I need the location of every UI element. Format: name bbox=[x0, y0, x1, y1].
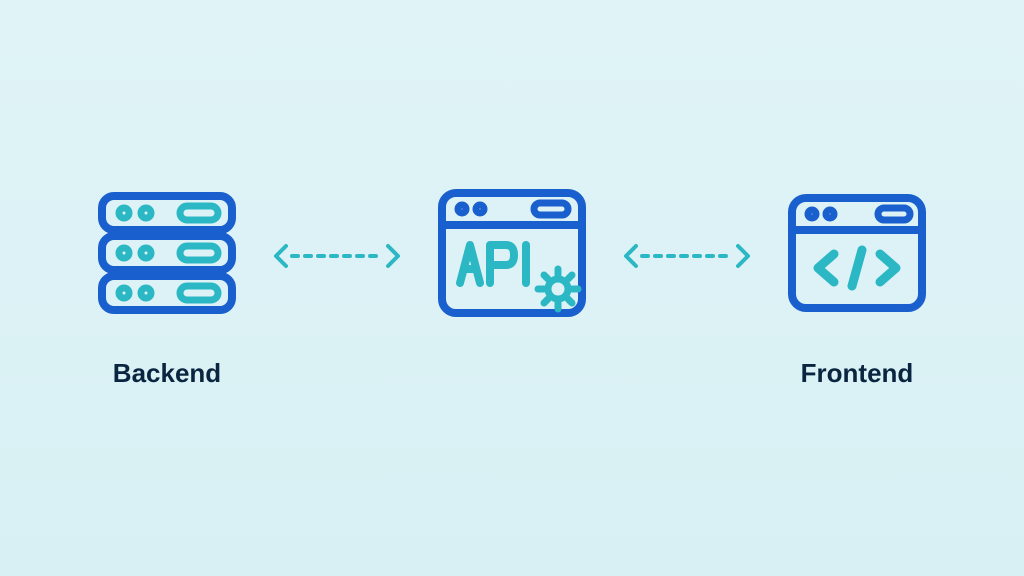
code-window-icon bbox=[782, 188, 932, 318]
backend-node: Backend bbox=[92, 188, 242, 389]
bidirectional-arrow-icon bbox=[622, 241, 752, 271]
api-node: . bbox=[432, 188, 592, 389]
bidirectional-arrow-icon bbox=[272, 241, 402, 271]
server-stack-icon bbox=[92, 188, 242, 318]
frontend-label: Frontend bbox=[801, 358, 914, 389]
backend-label: Backend bbox=[113, 358, 221, 389]
architecture-diagram: Backend bbox=[0, 188, 1024, 389]
frontend-node: Frontend bbox=[782, 188, 932, 389]
api-window-icon bbox=[432, 188, 592, 318]
